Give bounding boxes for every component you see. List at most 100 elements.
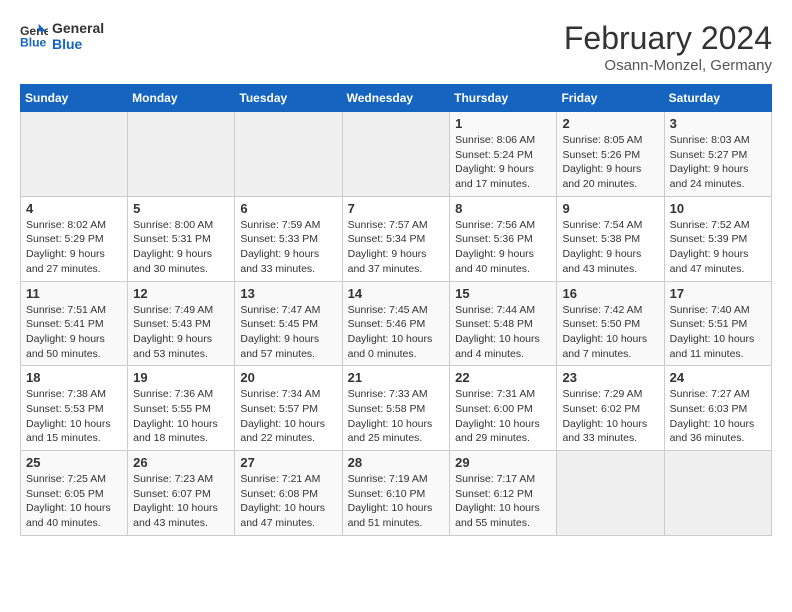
- day-cell: 1 Sunrise: 8:06 AM Sunset: 5:24 PM Daylig…: [450, 112, 557, 197]
- week-row-5: 25 Sunrise: 7:25 AM Sunset: 6:05 PM Dayli…: [21, 451, 772, 536]
- day-cell: [21, 112, 128, 197]
- day-info: Sunrise: 8:03 AM Sunset: 5:27 PM Dayligh…: [670, 133, 766, 192]
- day-cell: 10 Sunrise: 7:52 AM Sunset: 5:39 PM Dayli…: [664, 196, 771, 281]
- day-cell: 26Sunrise: 7:23 AM Sunset: 6:07 PM Dayli…: [128, 451, 235, 536]
- day-info: Sunrise: 7:34 AM Sunset: 5:57 PM Dayligh…: [240, 387, 336, 446]
- day-cell: 18 Sunrise: 7:38 AM Sunset: 5:53 PM Dayli…: [21, 366, 128, 451]
- day-cell: 13 Sunrise: 7:47 AM Sunset: 5:45 PM Dayli…: [235, 281, 342, 366]
- day-cell: 21 Sunrise: 7:33 AM Sunset: 5:58 PM Dayli…: [342, 366, 450, 451]
- day-number: 1: [455, 116, 551, 131]
- week-row-2: 4 Sunrise: 8:02 AM Sunset: 5:29 PM Daylig…: [21, 196, 772, 281]
- day-info: Sunrise: 7:59 AM Sunset: 5:33 PM Dayligh…: [240, 218, 336, 277]
- day-number: 24: [670, 370, 766, 385]
- calendar-table: SundayMondayTuesdayWednesdayThursdayFrid…: [20, 84, 772, 536]
- col-header-thursday: Thursday: [450, 85, 557, 112]
- calendar-header-row: SundayMondayTuesdayWednesdayThursdayFrid…: [21, 85, 772, 112]
- day-cell: 2Sunrise: 8:05 AM Sunset: 5:26 PM Daylig…: [557, 112, 664, 197]
- day-number: 6: [240, 201, 336, 216]
- col-header-monday: Monday: [128, 85, 235, 112]
- week-row-1: 1 Sunrise: 8:06 AM Sunset: 5:24 PM Daylig…: [21, 112, 772, 197]
- day-info: Sunrise: 7:29 AM Sunset: 6:02 PM Dayligh…: [562, 387, 658, 446]
- day-cell: 14 Sunrise: 7:45 AM Sunset: 5:46 PM Dayli…: [342, 281, 450, 366]
- day-cell: [342, 112, 450, 197]
- logo-icon: General Blue: [20, 22, 48, 50]
- day-info: Sunrise: 7:52 AM Sunset: 5:39 PM Dayligh…: [670, 218, 766, 277]
- col-header-wednesday: Wednesday: [342, 85, 450, 112]
- day-info: Sunrise: 7:27 AM Sunset: 6:03 PM Dayligh…: [670, 387, 766, 446]
- day-cell: 4 Sunrise: 8:02 AM Sunset: 5:29 PM Daylig…: [21, 196, 128, 281]
- day-cell: 12Sunrise: 7:49 AM Sunset: 5:43 PM Dayli…: [128, 281, 235, 366]
- day-info: Sunrise: 7:21 AM Sunset: 6:08 PM Dayligh…: [240, 472, 336, 531]
- day-number: 15: [455, 286, 551, 301]
- day-info: Sunrise: 7:45 AM Sunset: 5:46 PM Dayligh…: [348, 303, 445, 362]
- day-number: 21: [348, 370, 445, 385]
- day-cell: 28Sunrise: 7:19 AM Sunset: 6:10 PM Dayli…: [342, 451, 450, 536]
- day-number: 16: [562, 286, 658, 301]
- day-number: 19: [133, 370, 229, 385]
- day-cell: 15 Sunrise: 7:44 AM Sunset: 5:48 PM Dayli…: [450, 281, 557, 366]
- day-number: 10: [670, 201, 766, 216]
- day-cell: 25 Sunrise: 7:25 AM Sunset: 6:05 PM Dayli…: [21, 451, 128, 536]
- week-row-4: 18 Sunrise: 7:38 AM Sunset: 5:53 PM Dayli…: [21, 366, 772, 451]
- day-cell: [128, 112, 235, 197]
- week-row-3: 11 Sunrise: 7:51 AM Sunset: 5:41 PM Dayli…: [21, 281, 772, 366]
- day-cell: 20 Sunrise: 7:34 AM Sunset: 5:57 PM Dayli…: [235, 366, 342, 451]
- day-info: Sunrise: 7:31 AM Sunset: 6:00 PM Dayligh…: [455, 387, 551, 446]
- day-number: 14: [348, 286, 445, 301]
- day-number: 27: [240, 455, 336, 470]
- day-cell: 24 Sunrise: 7:27 AM Sunset: 6:03 PM Dayli…: [664, 366, 771, 451]
- day-cell: 8 Sunrise: 7:56 AM Sunset: 5:36 PM Daylig…: [450, 196, 557, 281]
- day-cell: 17 Sunrise: 7:40 AM Sunset: 5:51 PM Dayli…: [664, 281, 771, 366]
- day-number: 25: [26, 455, 122, 470]
- day-info: Sunrise: 8:00 AM Sunset: 5:31 PM Dayligh…: [133, 218, 229, 277]
- day-cell: 16Sunrise: 7:42 AM Sunset: 5:50 PM Dayli…: [557, 281, 664, 366]
- day-number: 11: [26, 286, 122, 301]
- day-number: 4: [26, 201, 122, 216]
- day-info: Sunrise: 7:51 AM Sunset: 5:41 PM Dayligh…: [26, 303, 122, 362]
- col-header-friday: Friday: [557, 85, 664, 112]
- day-cell: 5 Sunrise: 8:00 AM Sunset: 5:31 PM Daylig…: [128, 196, 235, 281]
- day-info: Sunrise: 7:54 AM Sunset: 5:38 PM Dayligh…: [562, 218, 658, 277]
- day-cell: 19Sunrise: 7:36 AM Sunset: 5:55 PM Dayli…: [128, 366, 235, 451]
- day-number: 7: [348, 201, 445, 216]
- day-info: Sunrise: 7:25 AM Sunset: 6:05 PM Dayligh…: [26, 472, 122, 531]
- day-number: 23: [562, 370, 658, 385]
- day-number: 18: [26, 370, 122, 385]
- day-cell: 23 Sunrise: 7:29 AM Sunset: 6:02 PM Dayli…: [557, 366, 664, 451]
- day-number: 3: [670, 116, 766, 131]
- day-info: Sunrise: 7:19 AM Sunset: 6:10 PM Dayligh…: [348, 472, 445, 531]
- day-cell: [235, 112, 342, 197]
- day-info: Sunrise: 8:02 AM Sunset: 5:29 PM Dayligh…: [26, 218, 122, 277]
- day-info: Sunrise: 7:33 AM Sunset: 5:58 PM Dayligh…: [348, 387, 445, 446]
- day-number: 22: [455, 370, 551, 385]
- day-number: 8: [455, 201, 551, 216]
- logo: General Blue General Blue: [20, 20, 104, 52]
- col-header-sunday: Sunday: [21, 85, 128, 112]
- location-subtitle: Osann-Monzel, Germany: [564, 57, 772, 74]
- logo-blue: Blue: [52, 36, 104, 52]
- day-info: Sunrise: 7:47 AM Sunset: 5:45 PM Dayligh…: [240, 303, 336, 362]
- day-number: 13: [240, 286, 336, 301]
- day-number: 9: [562, 201, 658, 216]
- day-cell: [664, 451, 771, 536]
- day-info: Sunrise: 8:05 AM Sunset: 5:26 PM Dayligh…: [562, 133, 658, 192]
- logo-general: General: [52, 20, 104, 36]
- col-header-saturday: Saturday: [664, 85, 771, 112]
- day-info: Sunrise: 7:56 AM Sunset: 5:36 PM Dayligh…: [455, 218, 551, 277]
- day-info: Sunrise: 7:17 AM Sunset: 6:12 PM Dayligh…: [455, 472, 551, 531]
- day-number: 17: [670, 286, 766, 301]
- day-info: Sunrise: 7:38 AM Sunset: 5:53 PM Dayligh…: [26, 387, 122, 446]
- day-number: 29: [455, 455, 551, 470]
- day-number: 5: [133, 201, 229, 216]
- day-cell: 3 Sunrise: 8:03 AM Sunset: 5:27 PM Daylig…: [664, 112, 771, 197]
- day-number: 12: [133, 286, 229, 301]
- day-info: Sunrise: 8:06 AM Sunset: 5:24 PM Dayligh…: [455, 133, 551, 192]
- day-info: Sunrise: 7:23 AM Sunset: 6:07 PM Dayligh…: [133, 472, 229, 531]
- day-info: Sunrise: 7:57 AM Sunset: 5:34 PM Dayligh…: [348, 218, 445, 277]
- col-header-tuesday: Tuesday: [235, 85, 342, 112]
- day-info: Sunrise: 7:40 AM Sunset: 5:51 PM Dayligh…: [670, 303, 766, 362]
- page-header: General Blue General Blue February 2024 …: [20, 20, 772, 74]
- day-info: Sunrise: 7:44 AM Sunset: 5:48 PM Dayligh…: [455, 303, 551, 362]
- day-number: 20: [240, 370, 336, 385]
- day-cell: [557, 451, 664, 536]
